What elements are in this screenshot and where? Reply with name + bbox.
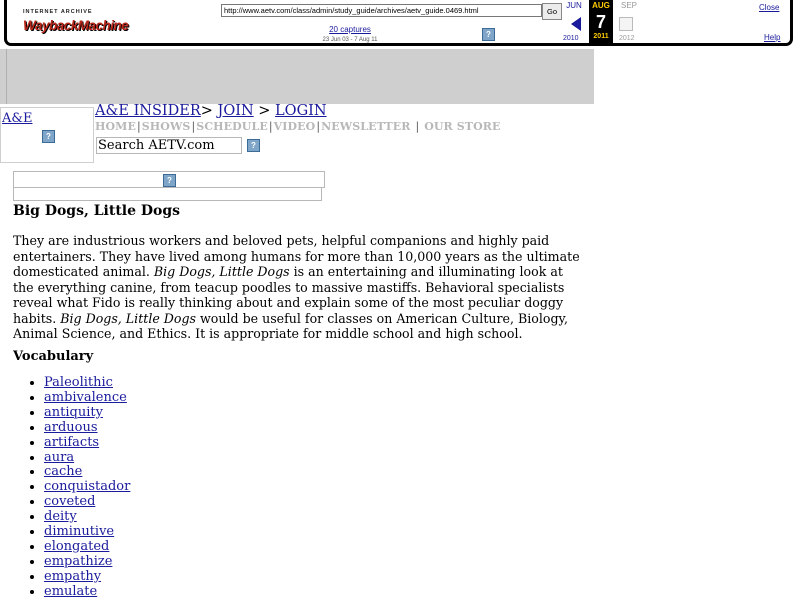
nav-item-newsletter[interactable]: NEWSLETTER (321, 120, 410, 133)
wayback-date-range: 23 Jun 03 - 7 Aug 11 (322, 37, 378, 43)
top-navigation: A&E INSIDER> JOIN > LOGIN (95, 103, 327, 119)
nav-item-video[interactable]: VIDEO (274, 120, 316, 133)
wayback-url-input[interactable]: http://www.aetv.com/class/admin/study_gu… (221, 4, 542, 17)
wayback-help-link[interactable]: Help (764, 33, 780, 42)
vocab-link[interactable]: conquistador (44, 479, 130, 494)
wayback-current-year: 2011 (593, 33, 609, 40)
wayback-current-date: AUG 7 2011 (589, 0, 613, 46)
vocab-link[interactable]: emulate (44, 584, 97, 599)
list-item: antiquity (44, 405, 130, 421)
list-item: aura (44, 450, 130, 466)
list-item: ambivalence (44, 390, 130, 406)
wayback-go-button[interactable]: Go (542, 3, 562, 20)
nav-divider: | (268, 120, 273, 133)
search-input[interactable]: Search AETV.com (96, 137, 242, 154)
list-item: deity (44, 509, 130, 525)
vocab-link[interactable]: coveted (44, 494, 95, 509)
nav-item-schedule[interactable]: SCHEDULE (196, 120, 268, 133)
wayback-current-month: AUG (592, 1, 610, 10)
wayback-captures-link[interactable]: 20 captures (317, 25, 383, 34)
list-item: artifacts (44, 435, 130, 451)
wayback-prev-year[interactable]: 2010 (563, 35, 579, 42)
wayback-close-link[interactable]: Close (759, 3, 779, 12)
vocab-link[interactable]: deity (44, 509, 77, 524)
wayback-next-month: SEP (620, 1, 637, 10)
nav-divider: | (316, 120, 321, 133)
banner-placeholder-icon[interactable]: ? (163, 174, 176, 187)
list-item: Paleolithic (44, 375, 130, 391)
vocab-link[interactable]: artifacts (44, 435, 99, 450)
list-item: empathize (44, 554, 130, 570)
join-link[interactable]: JOIN (218, 103, 254, 119)
ae-logo-placeholder-icon: ? (42, 130, 55, 143)
vocab-link[interactable]: elongated (44, 539, 109, 554)
intro-title-italic: Big Dogs, Little Dogs (60, 310, 197, 326)
nav-separator: > (200, 103, 213, 119)
timeline-placeholder-icon[interactable]: ? (482, 28, 495, 41)
nav-item-home[interactable]: HOME (95, 120, 136, 133)
ae-logo-link[interactable]: A&E (2, 111, 32, 126)
wayback-toolbar: INTERNET ARCHIVE WaybackMachine http://w… (4, 0, 793, 46)
list-item: coveted (44, 494, 130, 510)
login-link[interactable]: LOGIN (275, 103, 327, 119)
vocab-link[interactable]: empathy (44, 569, 101, 584)
list-item: arduous (44, 420, 130, 436)
ae-logo-box[interactable]: A&E ? (0, 107, 94, 163)
next-capture-box-icon (619, 17, 633, 31)
list-item: cache (44, 464, 130, 480)
nav-item-our-store[interactable]: OUR STORE (424, 120, 500, 133)
vocab-link[interactable]: cache (44, 464, 82, 479)
wayback-logo-main: WaybackMachine (23, 18, 129, 33)
ad-divider (6, 49, 7, 104)
search-button-icon[interactable]: ? (247, 139, 260, 152)
vocab-link[interactable]: antiquity (44, 405, 103, 420)
list-item: conquistador (44, 479, 130, 495)
vocab-link[interactable]: empathize (44, 554, 112, 569)
vocab-link[interactable]: aura (44, 450, 74, 465)
nav-item-shows[interactable]: SHOWS (142, 120, 191, 133)
ad-banner-area (0, 49, 594, 104)
wayback-logo-top: INTERNET ARCHIVE (23, 9, 93, 15)
vocab-link[interactable]: arduous (44, 420, 98, 435)
list-item: empathy (44, 569, 130, 585)
prev-capture-arrow-icon[interactable] (571, 17, 581, 31)
nav-divider: | (415, 120, 420, 133)
banner-ad-box-lower (13, 188, 322, 201)
vocab-link[interactable]: ambivalence (44, 390, 127, 405)
ae-insider-link[interactable]: A&E INSIDER (95, 103, 201, 119)
list-item: elongated (44, 539, 130, 555)
wayback-prev-month[interactable]: JUN (563, 0, 585, 12)
wayback-next-year: 2012 (619, 35, 635, 42)
nav-divider: | (191, 120, 196, 133)
intro-title-italic: Big Dogs, Little Dogs (153, 264, 290, 279)
vocab-link[interactable]: diminutive (44, 524, 114, 539)
nav-divider: | (136, 120, 141, 133)
list-item: diminutive (44, 524, 130, 540)
wayback-current-day: 7 (595, 12, 606, 32)
wayback-logo[interactable]: INTERNET ARCHIVE WaybackMachine (23, 8, 129, 40)
intro-paragraph: They are industrious workers and beloved… (13, 233, 587, 342)
list-item: emulate (44, 584, 130, 600)
vocabulary-heading: Vocabulary (13, 349, 94, 364)
vocab-link[interactable]: Paleolithic (44, 375, 113, 390)
page-title: Big Dogs, Little Dogs (13, 203, 181, 219)
section-navigation: HOME|SHOWS|SCHEDULE|VIDEO|NEWSLETTER | O… (95, 120, 500, 133)
vocabulary-list: Paleolithicambivalenceantiquityarduousar… (24, 375, 130, 600)
nav-separator: > (258, 103, 271, 119)
